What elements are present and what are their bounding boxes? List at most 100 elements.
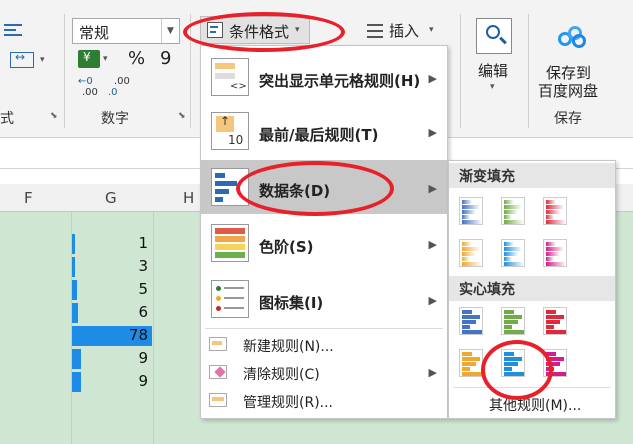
icon-sets-label: 图标集(I) <box>259 294 324 312</box>
baidu-cloud-icon <box>558 26 586 48</box>
save-group-label: 保存 <box>554 111 582 127</box>
merge-center-icon[interactable]: ↔ <box>10 50 34 68</box>
edit-button[interactable]: 编辑 ▾ <box>470 16 520 96</box>
insert-icon <box>367 22 383 38</box>
chevron-right-icon: ▶ <box>428 72 437 85</box>
number-format-select[interactable]: 常规 ▼ <box>72 18 180 44</box>
menu-item-icon-sets[interactable]: 图标集(I) ▶ <box>201 272 447 326</box>
icon-sets-icon <box>211 280 249 318</box>
eraser-icon <box>209 365 227 379</box>
chevron-right-icon: ▶ <box>428 182 437 195</box>
menu-item-manage-rules[interactable]: 管理规则(R)... <box>201 388 447 414</box>
color-scales-icon <box>211 224 249 262</box>
insert-button[interactable]: 插入 ▾ <box>365 18 455 44</box>
menu-item-top-bottom-rules[interactable]: ↑ 10 最前/最后规则(T) ▶ <box>201 106 447 158</box>
solid-databar-swatch[interactable] <box>459 349 483 377</box>
save-label-line2: 百度网盘 <box>538 82 599 100</box>
save-to-baidu-button[interactable]: 保存到 百度网盘 <box>536 22 626 102</box>
databar-cell[interactable]: 6 <box>72 303 152 323</box>
gradient-databar-swatch[interactable] <box>459 239 483 267</box>
manage-rules-icon <box>209 393 227 407</box>
separator <box>460 14 461 128</box>
data-bar <box>72 349 81 369</box>
gradient-databar-swatch[interactable] <box>459 197 483 225</box>
column-header-f[interactable]: F <box>24 189 33 207</box>
increase-decimal-label: .00 <box>82 87 98 98</box>
cell-value: 9 <box>138 372 148 390</box>
chevron-down-icon[interactable]: ▾ <box>103 54 108 64</box>
top-bottom-rules-icon: ↑ 10 <box>211 112 249 150</box>
edit-label: 编辑 <box>478 62 509 80</box>
separator <box>528 14 529 128</box>
cell-value: 3 <box>138 257 148 275</box>
separator <box>64 14 65 128</box>
solid-databar-swatch[interactable] <box>501 307 525 335</box>
top-bottom-rules-label: 最前/最后规则(T) <box>259 126 379 144</box>
increase-decimal-button[interactable]: ←0 .00 <box>78 76 104 100</box>
manage-rules-label: 管理规则(R)... <box>243 395 334 411</box>
chevron-right-icon: ▶ <box>428 238 437 251</box>
data-bar <box>72 234 75 254</box>
cell-value: 9 <box>138 349 148 367</box>
alignment-group-label-fragment: 式 <box>0 111 14 127</box>
chevron-right-icon: ▶ <box>428 366 437 379</box>
chevron-down-icon: ▾ <box>490 82 495 92</box>
dialog-launcher-icon[interactable]: ⬊ <box>178 111 186 121</box>
data-bar <box>72 303 78 323</box>
gradient-databar-swatch[interactable] <box>501 197 525 225</box>
cell-value: 6 <box>138 303 148 321</box>
more-rules-link[interactable]: 其他规则(M)... <box>489 395 581 415</box>
search-icon <box>476 18 512 54</box>
databar-cell[interactable]: 9 <box>72 349 152 369</box>
solid-databar-swatch[interactable] <box>459 307 483 335</box>
align-left-icon[interactable] <box>4 22 26 40</box>
gradient-databar-swatch[interactable] <box>543 197 567 225</box>
cell-value: 1 <box>138 234 148 252</box>
comma-style-button[interactable]: 9 <box>160 48 171 69</box>
currency-icon[interactable]: ¥ <box>78 50 100 68</box>
column-line <box>153 212 154 444</box>
data-bar <box>72 280 77 300</box>
annotation-circle-data-bars <box>236 161 394 216</box>
gradient-fill-header: 渐变填充 <box>449 163 615 188</box>
color-scales-label: 色阶(S) <box>259 238 314 256</box>
column-header-h[interactable]: H <box>183 189 194 207</box>
clear-rules-label: 清除规则(C) <box>243 367 320 383</box>
databar-cell[interactable]: 3 <box>72 257 152 277</box>
dropdown-arrow-icon[interactable]: ▾ <box>40 55 45 65</box>
menu-item-new-rule[interactable]: 新建规则(N)... <box>201 332 447 358</box>
gradient-databar-swatch[interactable] <box>501 239 525 267</box>
gradient-databar-swatch[interactable] <box>543 239 567 267</box>
decrease-decimal-button[interactable]: .00 .0 <box>108 76 134 100</box>
highlight-rules-icon: <> <box>211 58 249 96</box>
chevron-down-icon: ▾ <box>429 25 434 35</box>
new-rule-label: 新建规则(N)... <box>243 339 334 355</box>
data-bar <box>72 372 81 392</box>
databar-cell[interactable]: 1 <box>72 234 152 254</box>
databar-cell[interactable]: 78 <box>72 326 152 346</box>
chevron-right-icon: ▶ <box>428 294 437 307</box>
conditional-format-menu: <> 突出显示单元格规则(H) ▶ ↑ 10 最前/最后规则(T) ▶ 数据条(… <box>200 45 448 419</box>
menu-divider <box>205 328 443 329</box>
decrease-decimal-label: .0 <box>108 87 118 98</box>
chevron-down-icon[interactable]: ▼ <box>161 19 179 43</box>
top-bottom-icon-text: 10 <box>228 133 244 147</box>
databar-cell[interactable]: 9 <box>72 372 152 392</box>
chevron-right-icon: ▶ <box>428 126 437 139</box>
databar-cell[interactable]: 5 <box>72 280 152 300</box>
new-rule-icon <box>209 337 227 351</box>
insert-label: 插入 <box>389 22 420 40</box>
annotation-circle-conditional-format <box>183 12 345 52</box>
dialog-launcher-icon[interactable]: ⬊ <box>50 111 58 121</box>
menu-item-color-scales[interactable]: 色阶(S) ▶ <box>201 216 447 270</box>
cell-value: 5 <box>138 280 148 298</box>
percent-button[interactable]: % <box>128 48 145 69</box>
highlight-rules-label: 突出显示单元格规则(H) <box>259 72 421 90</box>
solid-fill-header: 实心填充 <box>449 276 615 301</box>
menu-item-highlight-rules[interactable]: <> 突出显示单元格规则(H) ▶ <box>201 52 447 104</box>
column-header-g[interactable]: G <box>105 189 117 207</box>
solid-databar-swatch[interactable] <box>543 307 567 335</box>
annotation-circle-selected-swatch <box>481 340 553 400</box>
menu-item-clear-rules[interactable]: 清除规则(C) ▶ <box>201 360 447 386</box>
data-bar <box>72 257 75 277</box>
